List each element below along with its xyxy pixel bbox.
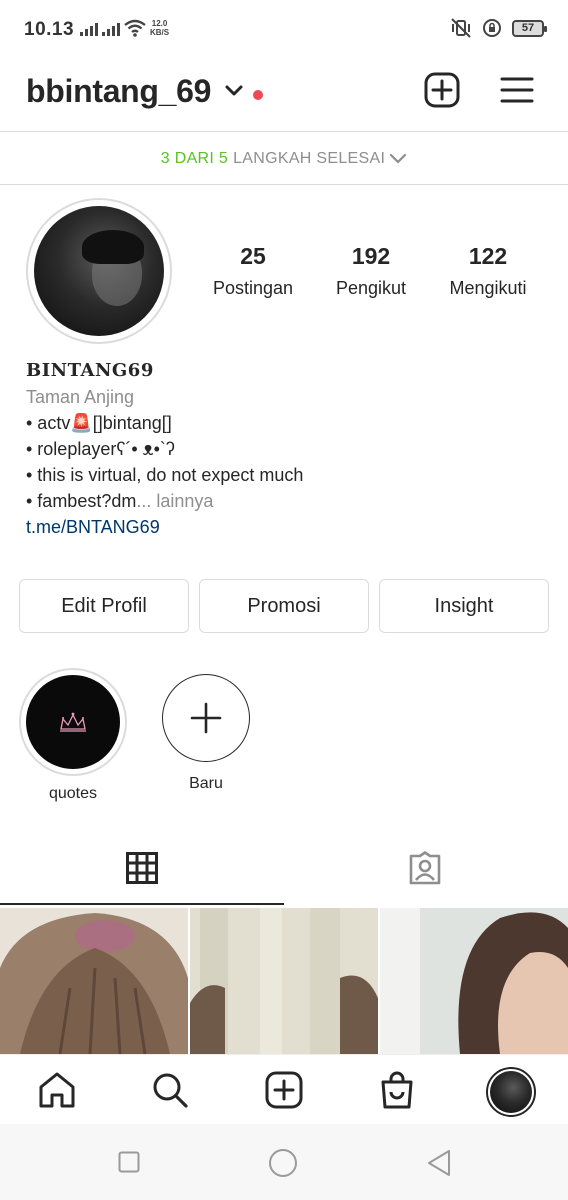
bio-link[interactable]: t.me/BNTANG69 [26, 514, 303, 540]
highlight-label: quotes [48, 785, 98, 802]
profile-header: bbintang_69 [0, 60, 568, 132]
post-image [190, 908, 378, 1054]
setup-progress[interactable]: 3 DARI 5 LANGKAH SELESAI [0, 133, 568, 185]
promote-button[interactable]: Promosi [199, 579, 369, 633]
signal-icon-2 [102, 22, 120, 36]
post-image [380, 908, 568, 1054]
chevron-down-icon [390, 153, 407, 164]
profile-thumb [490, 1071, 532, 1113]
post-image [0, 908, 188, 1054]
battery-icon: 57 [512, 19, 547, 37]
highlight-new[interactable]: Baru [152, 668, 260, 793]
setup-progress-label: LANGKAH SELESAI [233, 149, 386, 167]
bio-line-last: • fambest?dm... lainnya [26, 488, 303, 514]
home-icon[interactable] [37, 1071, 77, 1109]
stat-following[interactable]: 122 Mengikuti [433, 243, 543, 299]
bio-line: • this is virtual, do not expect much [26, 465, 304, 485]
stat-following-count: 122 [468, 243, 508, 269]
grid-icon[interactable] [126, 852, 158, 884]
plus-icon [190, 702, 221, 733]
shop-icon[interactable] [379, 1071, 415, 1109]
stat-posts[interactable]: 25 Postingan [203, 243, 303, 299]
post-grid [0, 908, 568, 1054]
setup-progress-done: 3 DARI 5 [160, 149, 229, 167]
wifi-icon [124, 19, 146, 37]
insight-button[interactable]: Insight [379, 579, 549, 633]
system-nav-bar [0, 1124, 568, 1200]
status-right: 57 [450, 18, 547, 38]
signal-icon [80, 22, 98, 36]
tagged-icon[interactable] [408, 851, 442, 885]
menu-icon[interactable] [500, 76, 534, 104]
active-tab-indicator [0, 903, 284, 905]
post-thumbnail[interactable] [0, 908, 188, 1054]
profile-avatar[interactable] [26, 198, 172, 344]
notification-dot [253, 90, 263, 100]
bio-more-link[interactable]: ... lainnya [136, 491, 213, 511]
create-icon[interactable] [265, 1071, 303, 1109]
highlight-quotes[interactable]: quotes [19, 668, 127, 803]
vibrate-mute-icon [451, 18, 471, 38]
bio-line: • fambest?dm [26, 491, 137, 511]
stat-posts-label: Postingan [212, 278, 294, 298]
post-thumbnail[interactable] [380, 908, 568, 1054]
profile-bio: BINTANG69 Taman Anjing • actv🚨[]bintang[… [26, 358, 303, 540]
status-time: 10.13 [24, 19, 75, 40]
highlight-cover [19, 668, 127, 776]
stat-followers-count: 192 [351, 243, 391, 269]
net-speed: 12.0 KB/S [150, 19, 170, 37]
highlight-label: Baru [189, 775, 223, 792]
profile-category: Taman Anjing [26, 387, 135, 407]
add-highlight-circle [162, 674, 250, 762]
status-bar: 10.13 12.0 KB/S 57 [0, 0, 568, 60]
username[interactable]: bbintang_69 [26, 73, 211, 110]
crown-icon [60, 712, 86, 732]
search-icon[interactable] [151, 1071, 189, 1109]
recents-icon[interactable] [118, 1151, 140, 1173]
edit-profile-button[interactable]: Edit Profil [19, 579, 189, 633]
chevron-down-icon[interactable] [224, 84, 244, 98]
profile-icon[interactable] [486, 1067, 536, 1117]
avatar-image [34, 206, 164, 336]
bottom-nav [0, 1054, 568, 1124]
new-post-icon[interactable] [424, 72, 460, 108]
display-name: BINTANG69 [26, 360, 154, 381]
stat-following-label: Mengikuti [449, 278, 527, 298]
bio-line: • roleplayerʕ´• ᴥ•`ʔ [26, 439, 175, 459]
bio-line: • actv🚨[]bintang[] [26, 413, 172, 433]
home-circle-icon[interactable] [268, 1148, 298, 1178]
back-icon[interactable] [426, 1149, 452, 1177]
rotation-lock-icon [483, 19, 501, 37]
profile-tabs [0, 838, 568, 906]
stat-followers-label: Pengikut [335, 278, 407, 298]
post-thumbnail[interactable] [190, 908, 378, 1054]
stat-followers[interactable]: 192 Pengikut [321, 243, 421, 299]
stat-posts-count: 25 [240, 243, 266, 269]
